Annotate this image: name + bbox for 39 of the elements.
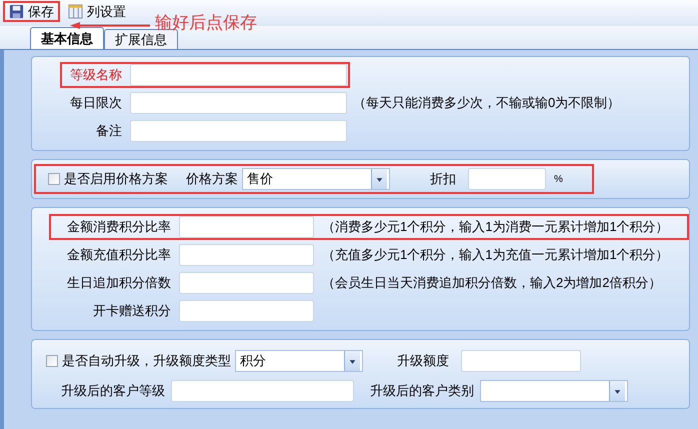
field-label: 金额充值积分比率 [66, 246, 171, 264]
field-label: 生日追加积分倍数 [66, 274, 171, 292]
field-label: 升级额度 [397, 352, 449, 370]
hint-text: （消费多少元1个积分，输入1为消费一元累计增加1个积分） [322, 218, 669, 236]
toolbar-button[interactable]: 保存 [3, 1, 60, 22]
hint-text: （充值多少元1个积分，输入1为充值一元累计增加1个积分） [322, 246, 669, 264]
dropdown[interactable]: 积分 [235, 350, 363, 372]
field-label: 价格方案 [186, 170, 238, 188]
toolbar-button[interactable]: 列设置 [62, 1, 132, 22]
field-label: 升级后的客户等级 [61, 382, 165, 400]
text-field[interactable] [179, 300, 314, 322]
dropdown[interactable]: 售价 [242, 168, 390, 190]
checkbox[interactable] [48, 173, 60, 185]
tab[interactable]: 基本信息 [30, 27, 104, 49]
field-label: 金额消费积分比率 [66, 218, 171, 236]
text-field[interactable] [130, 120, 347, 142]
checkbox[interactable] [46, 355, 58, 367]
field-label: 等级名称 [69, 66, 122, 84]
annotation-text: 输好后点保存 [155, 14, 257, 31]
hint-text: （会员生日当天消费追加积分倍数，输入2为增加2倍积分） [322, 274, 662, 292]
text-field[interactable] [179, 244, 314, 266]
field-label: 备注 [95, 122, 122, 140]
text-field[interactable] [468, 168, 546, 190]
table-columns-icon [68, 4, 83, 19]
checkbox-label: 是否启用价格方案 [64, 170, 168, 188]
text-field[interactable] [171, 380, 354, 402]
field-label: 升级后的客户类别 [370, 382, 474, 400]
tab[interactable]: 扩展信息 [104, 29, 178, 49]
hint-text: （每天只能消费多少次，不输或输0为不限制） [353, 94, 620, 112]
text-field[interactable] [179, 272, 314, 294]
text-field[interactable] [461, 350, 581, 372]
text-field[interactable] [130, 92, 347, 114]
text-field[interactable] [179, 216, 314, 238]
text-field[interactable] [130, 64, 347, 86]
field-label: 折扣 [430, 170, 456, 188]
unit-label: % [554, 172, 563, 186]
field-label: 开卡赠送积分 [92, 302, 171, 320]
checkbox-label: 是否自动升级，升级额度类型 [62, 352, 231, 370]
field-label: 每日限次 [69, 94, 122, 112]
